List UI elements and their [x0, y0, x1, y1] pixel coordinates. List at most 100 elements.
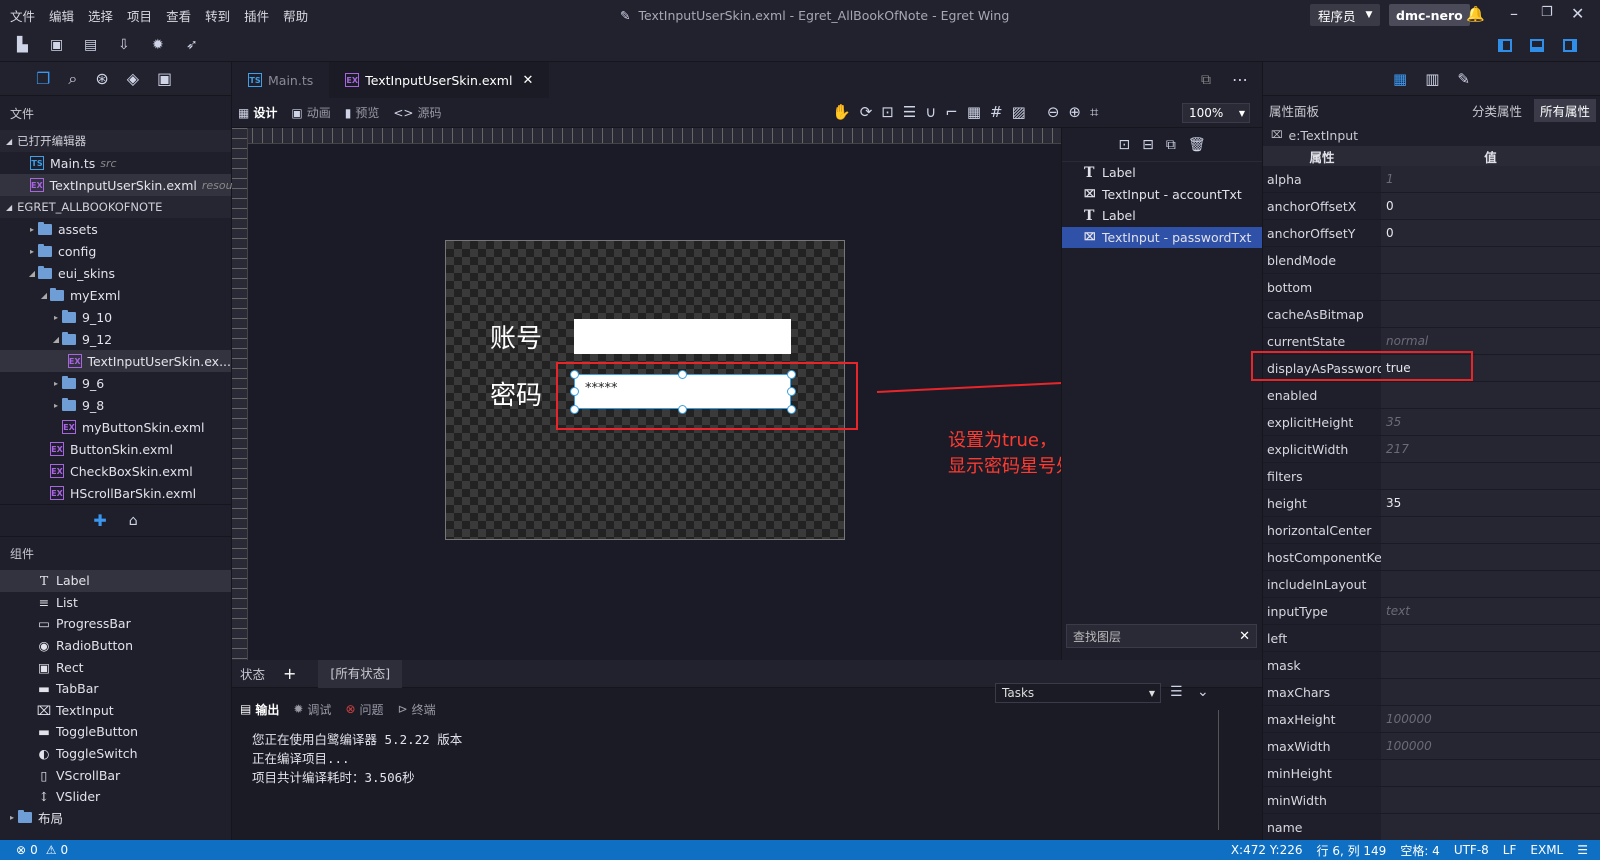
expand-arrow-icon[interactable]: ◢	[26, 269, 38, 278]
tree-item[interactable]: ▸ 9_10	[0, 306, 231, 328]
menu-item[interactable]: 文件	[10, 6, 35, 25]
component-item[interactable]: ◉ RadioButton	[0, 635, 231, 657]
property-value[interactable]	[1381, 544, 1600, 570]
preview-mode-button[interactable]: ▮ 预览	[345, 104, 380, 121]
property-value[interactable]: text	[1381, 598, 1600, 624]
expand-arrow-icon[interactable]: ▸	[26, 225, 38, 234]
new-file-icon[interactable]: ▙	[17, 37, 28, 53]
git-icon[interactable]: ◈	[127, 69, 139, 88]
textinput-account[interactable]	[574, 319, 791, 354]
menu-item[interactable]: 转到	[205, 6, 230, 25]
line-ending[interactable]: LF	[1503, 843, 1517, 857]
save-all-icon[interactable]: ▤	[84, 37, 97, 53]
property-value[interactable]: 217	[1381, 436, 1600, 462]
category-view-button[interactable]: 分类属性	[1466, 99, 1528, 122]
guides-icon[interactable]: #	[990, 103, 1003, 121]
property-row[interactable]: name	[1263, 814, 1600, 841]
design-mode-button[interactable]: ▦ 设计	[238, 104, 277, 121]
component-item[interactable]: ↕ VSlider	[0, 786, 231, 808]
menu-item[interactable]: 项目	[127, 6, 152, 25]
grid-icon[interactable]: ▦	[967, 103, 981, 121]
property-row[interactable]: maxWidth 100000	[1263, 733, 1600, 760]
component-item[interactable]: ▬ ToggleButton	[0, 721, 231, 743]
tab-textinput-skin[interactable]: EX TextInputUserSkin.exml ✕	[329, 62, 550, 98]
split-editor-icon[interactable]: ⧉	[1201, 72, 1211, 88]
publish-icon[interactable]: ⇩	[118, 37, 130, 53]
menu-item[interactable]: 插件	[244, 6, 269, 25]
open-editor-main-ts[interactable]: TS Main.ts src	[0, 152, 231, 174]
property-row[interactable]: minHeight	[1263, 760, 1600, 787]
zoom-out-icon[interactable]: ⊖	[1047, 103, 1060, 121]
property-icon[interactable]: ▦	[1393, 70, 1407, 88]
bell-icon[interactable]: 🔔	[1466, 5, 1485, 23]
user-button[interactable]: dmc-nero	[1389, 4, 1470, 26]
tree-item[interactable]: ▸ 9_6	[0, 372, 231, 394]
property-value[interactable]	[1381, 787, 1600, 813]
layer-item[interactable]: T Label	[1062, 205, 1262, 227]
puzzle-icon[interactable]: ✚	[93, 511, 106, 530]
warning-count[interactable]: 0	[60, 843, 68, 857]
refresh-icon[interactable]: ⟳	[860, 103, 873, 121]
layer-search-input[interactable]: 查找图层 ✕	[1066, 624, 1257, 648]
expand-arrow-icon[interactable]: ▸	[50, 401, 62, 410]
hand-icon[interactable]: ✋	[832, 103, 851, 121]
tree-item[interactable]: EX HScrollBarSkin.exml	[0, 482, 231, 504]
property-value[interactable]: 100000	[1381, 706, 1600, 732]
minimize-icon[interactable]: –	[1510, 4, 1518, 23]
property-row[interactable]: left	[1263, 625, 1600, 652]
property-row[interactable]: cacheAsBitmap	[1263, 301, 1600, 328]
property-row[interactable]: height 35	[1263, 490, 1600, 517]
component-item[interactable]: ≡ List	[0, 592, 231, 614]
property-row[interactable]: inputType text	[1263, 598, 1600, 625]
more-icon[interactable]: ⋯	[1232, 70, 1248, 89]
property-row[interactable]: includeInLayout	[1263, 571, 1600, 598]
resource-icon[interactable]: ▣	[157, 69, 172, 88]
property-row[interactable]: maxHeight 100000	[1263, 706, 1600, 733]
explorer-icon[interactable]: ❐	[36, 69, 50, 88]
property-value[interactable]	[1381, 652, 1600, 678]
label-account[interactable]: 账号	[490, 318, 542, 355]
clear-output-icon[interactable]: ☰	[1170, 684, 1183, 700]
open-editor-textinput-skin[interactable]: EX TextInputUserSkin.exml resou...	[0, 174, 243, 196]
property-value[interactable]	[1381, 247, 1600, 273]
tree-item[interactable]: ◢ eui_skins	[0, 262, 231, 284]
component-item[interactable]: ▣ Rect	[0, 656, 231, 678]
property-value[interactable]: 1	[1381, 166, 1600, 192]
property-value[interactable]: 35	[1381, 490, 1600, 516]
property-row[interactable]: bottom	[1263, 274, 1600, 301]
debug-bug-icon[interactable]: ✹	[152, 37, 164, 53]
property-value[interactable]	[1381, 517, 1600, 543]
toggle-left-panel-icon[interactable]	[1498, 39, 1512, 52]
indent-setting[interactable]: 空格: 4	[1400, 842, 1440, 859]
component-item[interactable]: ▯ VScrollBar	[0, 764, 231, 786]
property-row[interactable]: explicitWidth 217	[1263, 436, 1600, 463]
tree-item[interactable]: EX CheckBoxSkin.exml	[0, 460, 231, 482]
collapse-panel-icon[interactable]: ⌄	[1197, 684, 1209, 700]
property-value[interactable]	[1381, 382, 1600, 408]
actual-size-icon[interactable]: ⌗	[1090, 103, 1098, 121]
delete-icon[interactable]: 🗑	[1188, 137, 1206, 153]
property-row[interactable]: hostComponentKey	[1263, 544, 1600, 571]
language-mode[interactable]: EXML	[1530, 843, 1563, 857]
state-all-tab[interactable]: [所有状态]	[318, 659, 403, 688]
property-value[interactable]	[1381, 814, 1600, 840]
property-value[interactable]	[1381, 463, 1600, 489]
property-value[interactable]: 100000	[1381, 733, 1600, 759]
run-rocket-icon[interactable]: ➶	[186, 37, 198, 53]
toggle-bottom-panel-icon[interactable]	[1530, 39, 1544, 52]
animation-mode-button[interactable]: ▣ 动画	[291, 104, 330, 121]
ungroup-icon[interactable]: ⊟	[1142, 137, 1154, 153]
menu-item[interactable]: 选择	[88, 6, 113, 25]
expand-arrow-icon[interactable]: ◢	[50, 335, 62, 344]
all-props-button[interactable]: 所有属性	[1533, 98, 1596, 122]
tree-item[interactable]: ▸ 9_8	[0, 394, 231, 416]
property-value[interactable]	[1381, 301, 1600, 327]
source-mode-button[interactable]: <> 源码	[393, 104, 441, 121]
project-header[interactable]: ◢ EGRET_ALLBOOKOFNOTE	[0, 196, 231, 218]
open-editors-header[interactable]: ◢ 已打开编辑器	[0, 130, 231, 152]
tree-item-layout[interactable]: ▸ 布局	[0, 808, 231, 828]
property-value[interactable]	[1381, 679, 1600, 705]
tree-item[interactable]: ▸ assets	[0, 218, 231, 240]
save-icon[interactable]: ▣	[50, 37, 63, 53]
stack-icon[interactable]: ☰	[903, 103, 916, 121]
